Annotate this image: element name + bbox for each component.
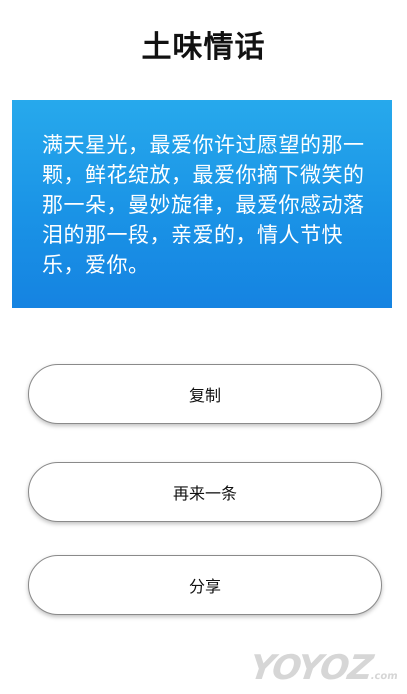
quote-text: 满天星光，最爱你许过愿望的那一颗，鲜花绽放，最爱你摘下微笑的那一朵，曼妙旋律，最…	[42, 133, 365, 277]
site-watermark: YOYOZ.com	[247, 648, 401, 688]
next-quote-button[interactable]: 再来一条	[28, 462, 382, 522]
watermark-text: YOYOZ	[247, 648, 375, 688]
share-button[interactable]: 分享	[28, 555, 382, 615]
copy-button[interactable]: 复制	[28, 364, 382, 424]
watermark-suffix: .com	[370, 671, 399, 682]
quote-card: 满天星光，最爱你许过愿望的那一颗，鲜花绽放，最爱你摘下微笑的那一朵，曼妙旋律，最…	[12, 100, 392, 308]
page-title: 土味情话	[141, 30, 266, 65]
